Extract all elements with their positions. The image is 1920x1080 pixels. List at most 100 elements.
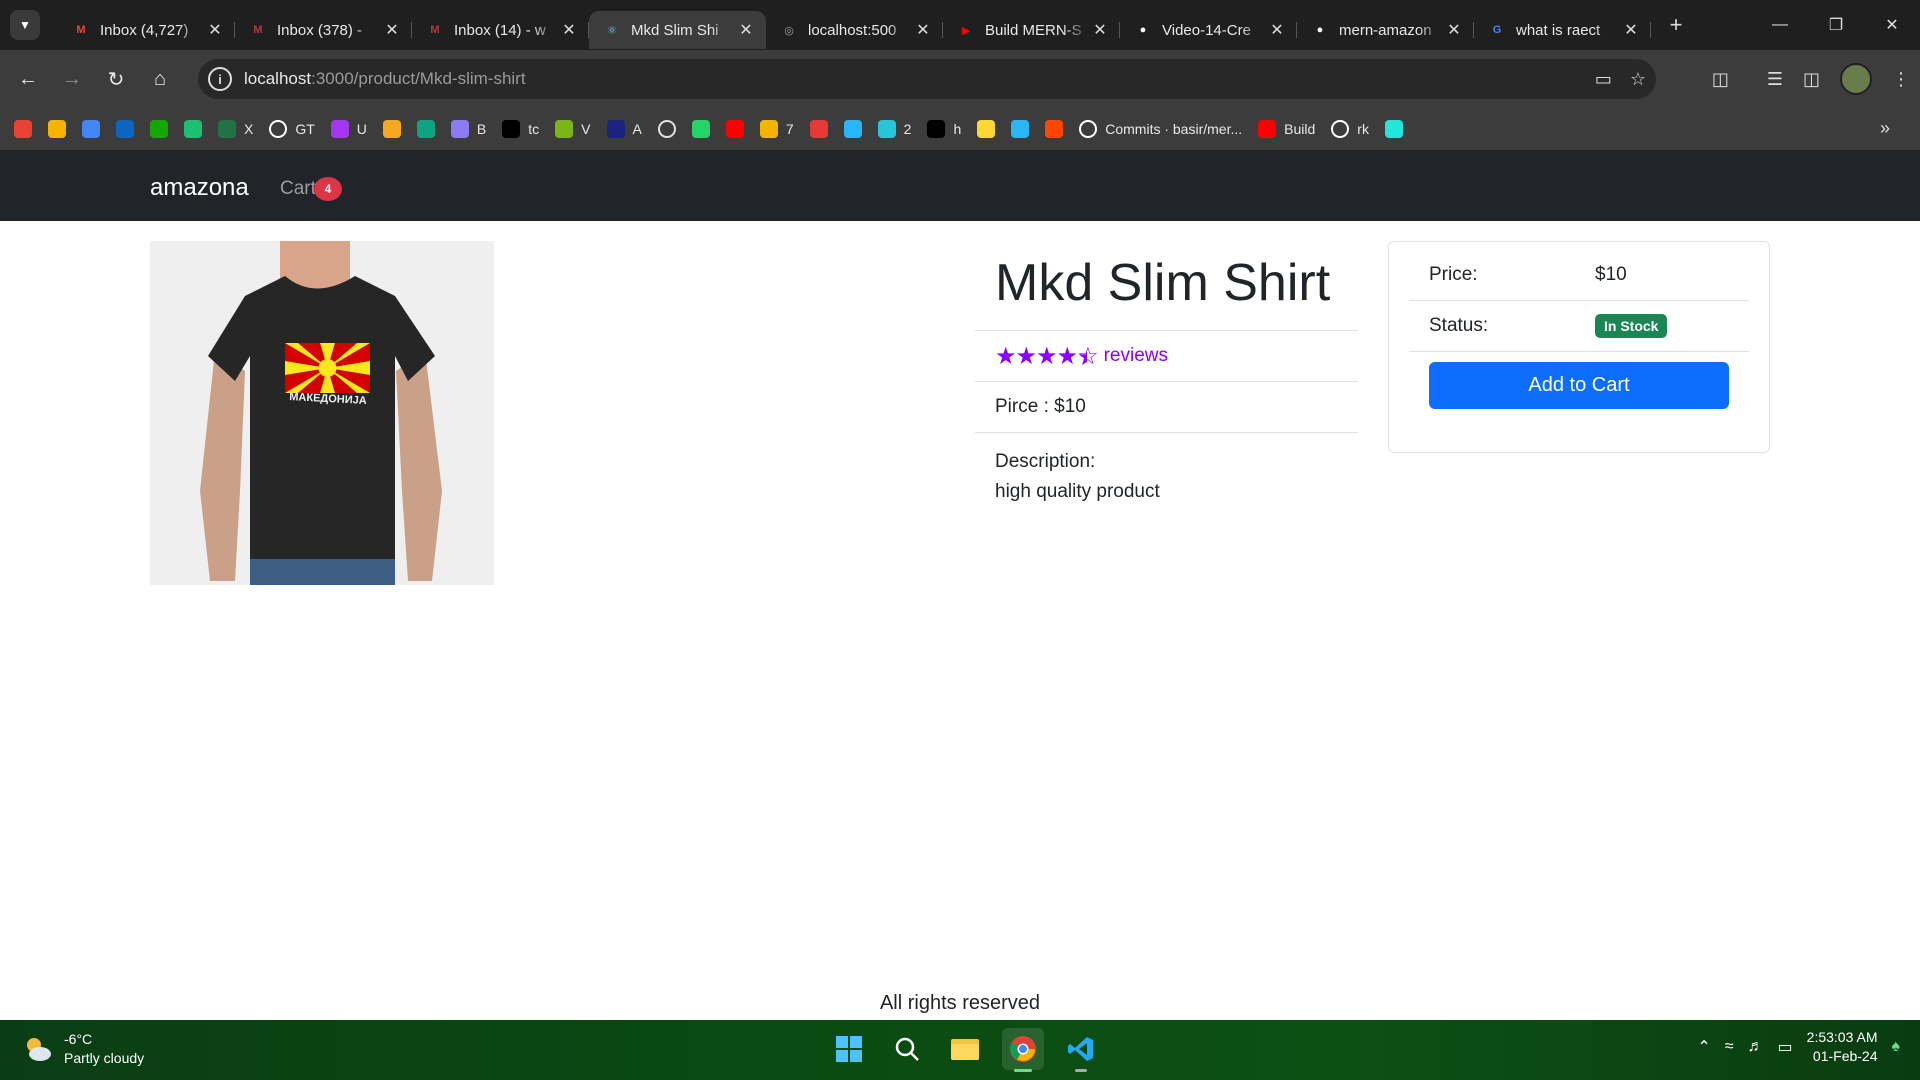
bookmark-item[interactable]: V [555, 120, 591, 138]
bookmark-item[interactable]: Build [1258, 120, 1315, 138]
close-window-icon[interactable]: ✕ [1864, 0, 1920, 50]
url-text[interactable]: localhost:3000/product/Mkd-slim-shirt [244, 69, 526, 89]
profile-avatar[interactable] [1840, 63, 1872, 95]
close-tab-icon[interactable]: ✕ [1621, 20, 1641, 40]
bookmark-item[interactable]: Commits · basir/mer... [1079, 120, 1242, 138]
bookmark-item[interactable] [184, 120, 202, 138]
vscode-icon[interactable] [1060, 1028, 1102, 1072]
tab-search-chevron-icon[interactable]: ▼ [10, 10, 40, 40]
close-tab-icon[interactable]: ✕ [1090, 20, 1110, 40]
bookmark-item[interactable]: X [218, 120, 253, 138]
close-tab-icon[interactable]: ✕ [205, 20, 225, 40]
install-app-icon[interactable]: ▭ [1595, 69, 1612, 90]
bookmark-item[interactable]: A [606, 120, 642, 138]
browser-tab[interactable]: ◎ localhost:500 ✕ [766, 11, 943, 49]
more-bookmarks-icon[interactable]: » [1880, 118, 1890, 139]
new-tab-button[interactable]: + [1661, 10, 1691, 40]
browser-tab[interactable]: ● mern-amazon ✕ [1297, 11, 1474, 49]
reload-icon[interactable]: ↻ [96, 59, 136, 99]
file-explorer-icon[interactable] [944, 1028, 986, 1070]
browser-tab[interactable]: M Inbox (14) - w ✕ [412, 11, 589, 49]
close-tab-icon[interactable]: ✕ [1267, 20, 1287, 40]
volume-icon[interactable]: ♬ [1748, 1038, 1764, 1056]
bookmark-item[interactable] [1011, 120, 1030, 138]
bookmark-item[interactable] [416, 120, 435, 138]
close-tab-icon[interactable]: ✕ [1444, 20, 1464, 40]
bookmark-item[interactable]: GT [269, 120, 315, 138]
bookmark-star-icon[interactable]: ☆ [1630, 69, 1646, 90]
circle-icon [657, 120, 676, 138]
clock-date: 01-Feb-24 [1812, 1048, 1878, 1064]
extensions-icon[interactable]: ◫ [1712, 69, 1729, 90]
bookmark-item[interactable] [1045, 120, 1064, 138]
minimize-icon[interactable]: — [1752, 0, 1808, 50]
close-tab-icon[interactable]: ✕ [382, 20, 402, 40]
upwork-icon [150, 120, 168, 138]
bookmark-item[interactable] [843, 120, 862, 138]
description-row: Description: high quality product [975, 433, 1358, 521]
gemini-icon [450, 120, 469, 138]
bookmark-item[interactable] [48, 120, 66, 138]
close-tab-icon[interactable]: ✕ [913, 20, 933, 40]
bookmark-item[interactable] [809, 120, 828, 138]
bookmark-item[interactable]: h [927, 120, 961, 138]
github-icon [1331, 120, 1350, 138]
search-icon[interactable] [886, 1028, 928, 1070]
media-control-icon[interactable]: ☰ [1767, 69, 1783, 90]
bookmark-item[interactable] [1384, 120, 1403, 138]
bookmark-item[interactable]: rk [1331, 120, 1369, 138]
star-icon: ★ [1036, 342, 1057, 370]
notification-bell-icon[interactable]: ♠ [1892, 1038, 1901, 1056]
browser-tab[interactable]: ▶ Build MERN-S ✕ [943, 11, 1120, 49]
browser-tab[interactable]: M Inbox (4,727) ✕ [58, 11, 235, 49]
close-tab-icon[interactable]: ✕ [559, 20, 579, 40]
cart-link[interactable]: Cart 4 [280, 177, 342, 201]
bookmark-item[interactable]: B [450, 120, 486, 138]
restore-icon[interactable]: ❐ [1808, 0, 1864, 50]
play-box-icon [759, 120, 778, 138]
star-half-icon: ★☆ [1077, 342, 1098, 371]
bookmark-item[interactable] [82, 120, 100, 138]
chevron-up-icon[interactable]: ⌃ [1697, 1037, 1710, 1057]
bookmark-item[interactable]: 2 [877, 120, 911, 138]
browser-tab[interactable]: ● Video-14-Cre ✕ [1120, 11, 1297, 49]
forward-arrow-icon[interactable]: → [52, 59, 92, 99]
description-label: Description: [995, 451, 1096, 472]
classroom-icon [48, 120, 66, 138]
wifi-icon[interactable]: ≈ [1725, 1038, 1734, 1056]
rating-stars: ★★★★★☆ [995, 342, 1099, 371]
youtube-icon [1258, 120, 1277, 138]
address-bar[interactable]: i localhost:3000/product/Mkd-slim-shirt … [198, 59, 1656, 99]
chrome-icon[interactable] [1002, 1028, 1044, 1072]
gmail-icon: M [76, 24, 86, 36]
battery-icon[interactable]: ▭ [1778, 1037, 1793, 1057]
browser-tab[interactable]: Gwhat is raect ✕ [1474, 11, 1651, 49]
browser-tab[interactable]: ⚛ Mkd Slim Shi ✕ [589, 11, 766, 49]
whatsapp-icon [691, 120, 710, 138]
bookmark-item[interactable] [725, 120, 744, 138]
bookmark-item[interactable]: U [330, 120, 367, 138]
bookmark-item[interactable] [116, 120, 134, 138]
close-tab-icon[interactable]: ✕ [736, 20, 756, 40]
weather-widget[interactable]: -6°C Partly cloudy [22, 1030, 144, 1068]
bookmark-item[interactable]: tc [502, 120, 539, 138]
bookmark-item[interactable] [150, 120, 168, 138]
browser-tab[interactable]: M Inbox (378) - ✕ [235, 11, 412, 49]
add-to-cart-button[interactable]: Add to Cart [1429, 362, 1729, 409]
side-panel-icon[interactable]: ◫ [1803, 69, 1820, 90]
clock[interactable]: 2:53:03 AM 01-Feb-24 [1807, 1028, 1878, 1066]
price-label: Price: [1429, 264, 1478, 285]
back-arrow-icon[interactable]: ← [8, 59, 48, 99]
tab-strip: M Inbox (4,727) ✕ M Inbox (378) - ✕ M Inbox (14… [58, 0, 1651, 50]
bookmark-item[interactable] [657, 120, 676, 138]
brand-link[interactable]: amazona [150, 174, 249, 202]
bookmark-item[interactable]: 7 [759, 120, 794, 138]
home-icon[interactable]: ⌂ [140, 59, 180, 99]
browser-menu-icon[interactable]: ⋮ [1892, 69, 1910, 90]
bookmark-item[interactable] [977, 120, 996, 138]
bookmark-item[interactable] [382, 120, 401, 138]
windows-start-icon[interactable] [828, 1028, 870, 1070]
bookmark-item[interactable] [14, 120, 32, 138]
site-info-icon[interactable]: i [208, 67, 232, 91]
bookmark-item[interactable] [691, 120, 710, 138]
